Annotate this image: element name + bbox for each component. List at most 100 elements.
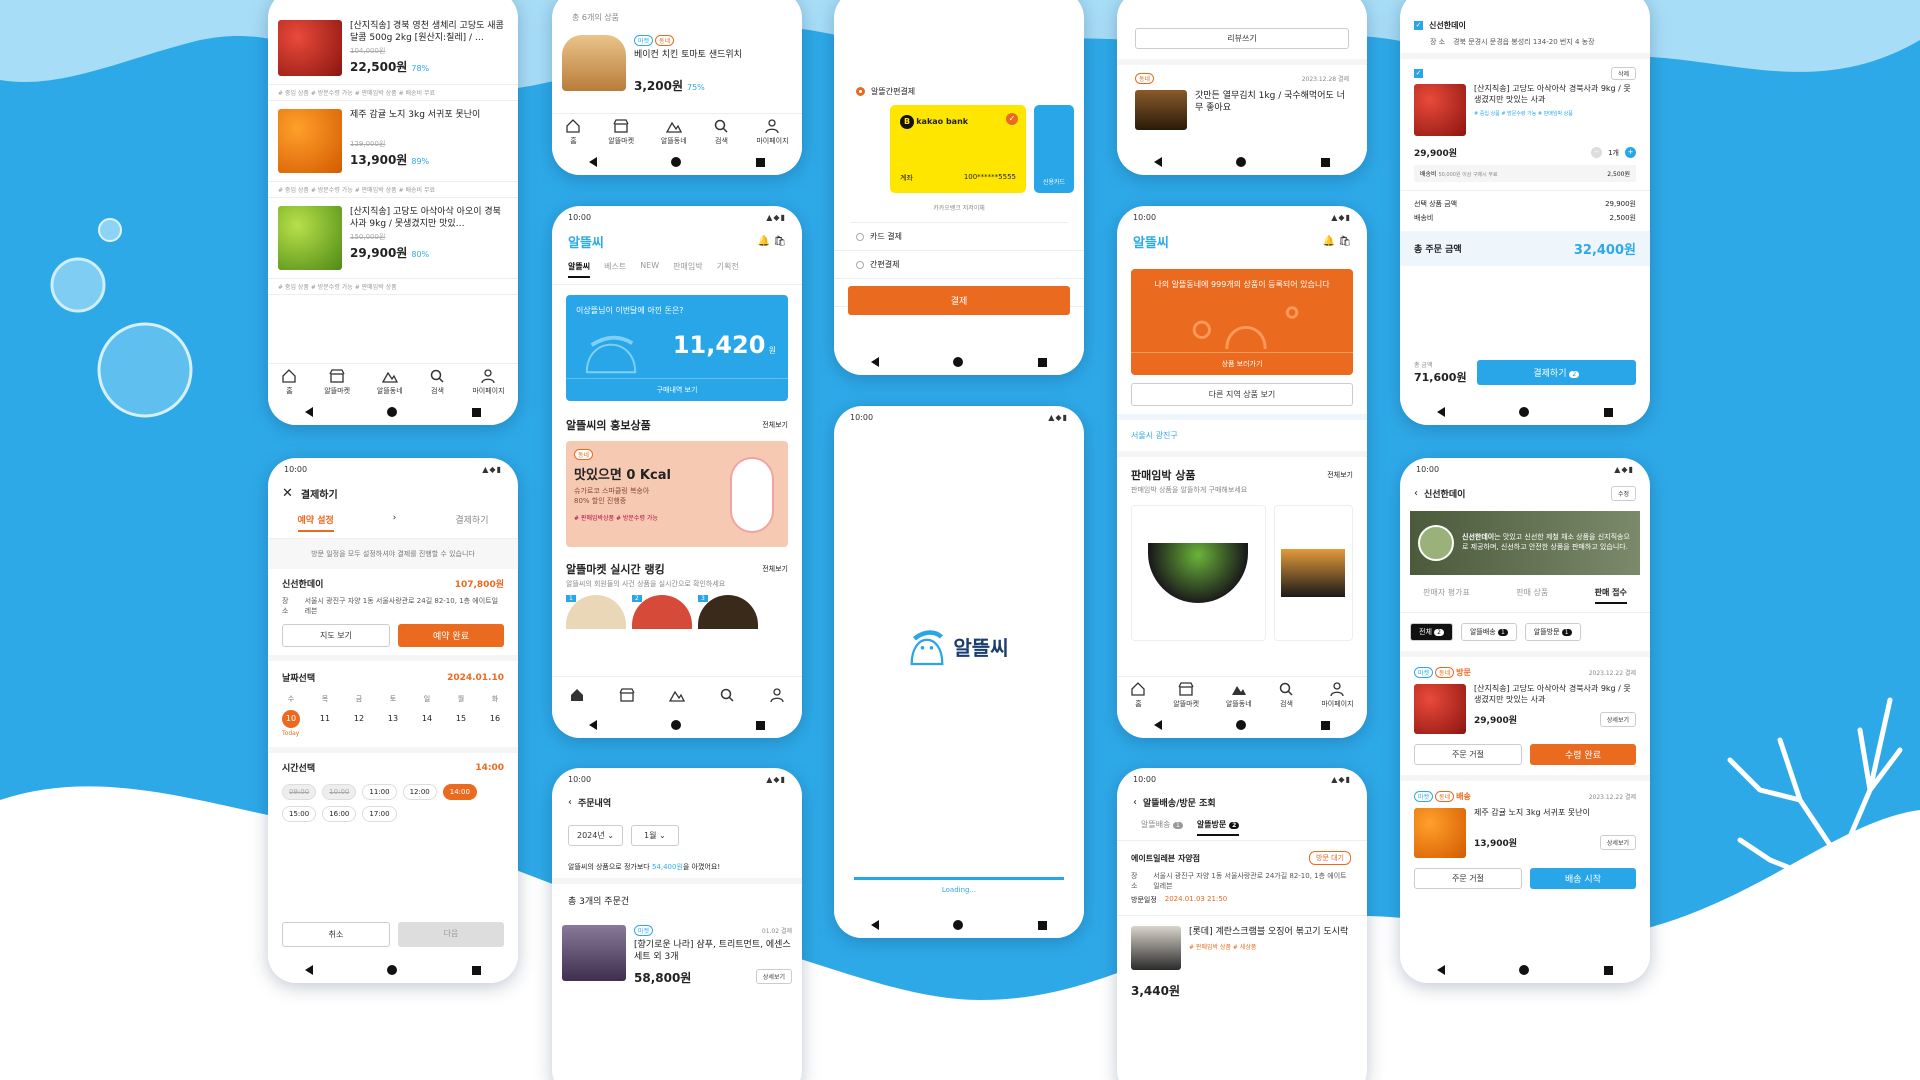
back-icon[interactable] — [305, 965, 314, 975]
back-arrow-icon[interactable]: ‹ — [1414, 488, 1418, 499]
seller-tab[interactable]: 판매 접수 — [1594, 587, 1627, 604]
tab-market[interactable]: 알뜰마켓 — [1173, 681, 1199, 709]
next-button[interactable]: 다음 — [398, 922, 504, 947]
ranking-item[interactable]: 2 — [632, 595, 692, 629]
tab-town[interactable]: 알뜰동네 — [661, 118, 687, 146]
tab-home[interactable] — [569, 687, 585, 703]
home-button-icon[interactable] — [1519, 965, 1530, 975]
tab-home[interactable]: 홈 — [1130, 681, 1146, 709]
home-button-icon[interactable] — [1519, 407, 1530, 417]
cart-icon[interactable]: 🛍 — [1338, 236, 1351, 247]
tab-town[interactable]: 알뜰동네 — [1226, 681, 1252, 709]
order-item[interactable]: 마켓 01.02 결제 [향기로운 나라] 샴푸, 트리트먼트, 에센스 세트 외… — [552, 917, 802, 994]
ranking-item[interactable]: 3 — [698, 595, 758, 629]
list-item[interactable]: 마켓 동네 베이컨 치킨 토마토 샌드위치 3,200원 75% — [552, 27, 802, 102]
list-item[interactable]: 제주 감귤 노지 3kg 서귀포 못난이 129,000원 13,900원 89% — [268, 101, 518, 182]
home-button-icon[interactable] — [953, 920, 964, 930]
start-delivery-button[interactable]: 배송 시작 — [1530, 868, 1636, 889]
back-icon[interactable] — [305, 407, 314, 417]
list-item[interactable]: [산지직송] 경북 영천 생체리 고당도 새콤달콤 500g 2kg [원산지:… — [268, 0, 518, 85]
filter-chip[interactable]: 알뜰배송 1 — [1460, 623, 1517, 641]
tab-visit[interactable]: 알뜰방문 2 — [1196, 819, 1240, 836]
time-slot[interactable]: 16:00 — [322, 806, 357, 822]
time-slot[interactable]: 12:00 — [402, 784, 437, 800]
tab-search[interactable]: 검색 — [429, 368, 445, 396]
detail-button[interactable]: 상세보기 — [1599, 711, 1636, 727]
cancel-button[interactable]: 취소 — [282, 922, 390, 947]
tab-mypage[interactable]: 마이페이지 — [472, 368, 505, 396]
calendar-day[interactable]: 16 — [486, 710, 504, 728]
recent-apps-icon[interactable] — [471, 407, 481, 417]
payment-option[interactable]: 간편결제 — [834, 251, 1084, 279]
back-icon[interactable] — [1154, 157, 1163, 167]
credit-card[interactable]: 신용카드 — [1034, 105, 1074, 193]
calendar-day[interactable]: 10 — [282, 710, 300, 728]
tab-search[interactable] — [719, 687, 735, 703]
edit-button[interactable]: 수정 — [1610, 486, 1636, 501]
home-button-icon[interactable] — [387, 407, 398, 417]
reject-order-button[interactable]: 주문 거절 — [1414, 744, 1522, 765]
payment-option[interactable]: 카드 결제 — [834, 223, 1084, 251]
recent-apps-icon[interactable] — [755, 157, 765, 167]
recent-apps-icon[interactable] — [1037, 920, 1047, 930]
home-button-icon[interactable] — [953, 357, 964, 367]
list-item[interactable]: [산지직송] 고당도 아삭아삭 아오이 경북사과 9kg / 못생겼지만 맛있…… — [268, 198, 518, 279]
back-icon[interactable] — [1154, 720, 1163, 730]
tab-0[interactable]: 알뜰씨 — [568, 261, 591, 278]
recent-apps-icon[interactable] — [1037, 357, 1047, 367]
home-button-icon[interactable] — [1236, 157, 1247, 167]
calendar-day[interactable]: 14 — [418, 710, 436, 728]
back-icon[interactable] — [589, 720, 598, 730]
recent-apps-icon[interactable] — [1320, 720, 1330, 730]
filter-chip[interactable]: 전체 2 — [1410, 623, 1453, 641]
home-button-icon[interactable] — [387, 965, 398, 975]
minus-icon[interactable]: − — [1591, 147, 1603, 158]
tab-home[interactable]: 홈 — [565, 118, 581, 146]
see-all-link[interactable]: 전체보기 — [762, 564, 788, 574]
reject-order-button[interactable]: 주문 거절 — [1414, 868, 1522, 889]
purchase-history-link[interactable]: 구매내역 보기 — [566, 378, 788, 395]
received-button[interactable]: 수령 완료 — [1530, 744, 1636, 765]
tab-delivery[interactable]: 알뜰배송 1 — [1141, 819, 1183, 836]
savings-banner[interactable]: 이상뜰님이 이번달에 아낀 돈은? 11,420 원 구매내역 보기 — [566, 295, 788, 401]
back-icon[interactable] — [1437, 407, 1446, 417]
seller-tab[interactable]: 판매자 평가표 — [1423, 587, 1470, 604]
tab-3[interactable]: 판매임박 — [673, 261, 702, 278]
bell-icon[interactable]: 🔔 — [1323, 236, 1335, 247]
tab-town[interactable] — [669, 687, 685, 703]
tab-town[interactable]: 알뜰동네 — [377, 368, 403, 396]
time-slot[interactable]: 15:00 — [282, 806, 317, 822]
recent-apps-icon[interactable] — [1320, 157, 1330, 167]
cart-icon[interactable]: 🛍 — [773, 236, 786, 247]
plus-icon[interactable]: + — [1625, 147, 1636, 158]
year-select[interactable]: 2024년 ⌄ — [568, 825, 623, 846]
tab-search[interactable]: 검색 — [713, 118, 729, 146]
recent-apps-icon[interactable] — [1603, 407, 1613, 417]
calendar-day[interactable]: 12 — [350, 710, 368, 728]
tab-market[interactable]: 알뜰마켓 — [324, 368, 350, 396]
time-slot[interactable]: 09:00 — [282, 784, 317, 800]
reserve-done-button[interactable]: 예약 완료 — [398, 624, 504, 647]
tab-search[interactable]: 검색 — [1278, 681, 1294, 709]
tab-mypage[interactable] — [769, 687, 785, 703]
promo-card[interactable]: 동네 맛있으면 0 Kcal 슈가로코 스파클링 복숭아 80% 할인 진행중 … — [566, 441, 788, 547]
view-products-link[interactable]: 상품 보러가기 — [1131, 352, 1353, 369]
town-banner[interactable]: 나의 알뜰동네에 999개의 상품이 등록되어 있습니다 상품 보러가기 — [1131, 269, 1353, 375]
home-button-icon[interactable] — [1236, 720, 1247, 730]
back-icon[interactable] — [1437, 965, 1446, 975]
back-icon[interactable] — [871, 920, 880, 930]
other-region-button[interactable]: 다른 지역 상품 보기 — [1131, 383, 1353, 406]
time-slot[interactable]: 14:00 — [442, 784, 477, 800]
tab-4[interactable]: 기획전 — [717, 261, 739, 278]
step-reservation[interactable]: 예약 설정 — [297, 513, 334, 532]
ranking-item[interactable]: 1 — [566, 595, 626, 629]
detail-button[interactable]: 상세보기 — [1599, 834, 1636, 850]
region-label[interactable]: 서울시 광진구 — [1117, 414, 1367, 451]
home-button-icon[interactable] — [671, 720, 682, 730]
recent-apps-icon[interactable] — [471, 965, 481, 975]
tab-mypage[interactable]: 마이페이지 — [1321, 681, 1354, 709]
tab-2[interactable]: NEW — [640, 261, 659, 278]
back-arrow-icon[interactable]: ‹ — [568, 797, 572, 808]
write-review-button[interactable]: 리뷰쓰기 — [1135, 28, 1349, 49]
tab-mypage[interactable]: 마이페이지 — [756, 118, 789, 146]
